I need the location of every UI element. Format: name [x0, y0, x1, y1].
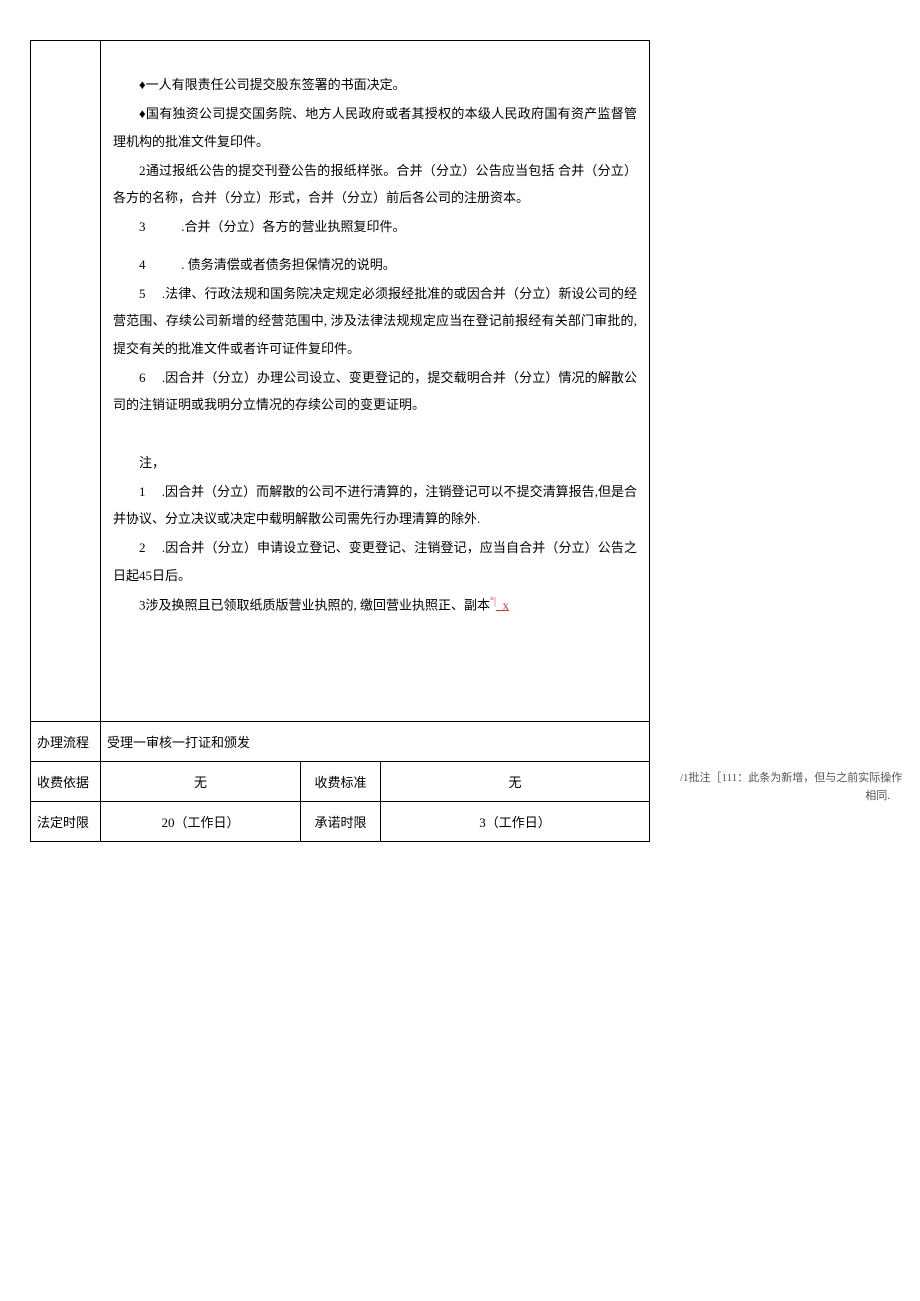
annotation-line1: /1批注［111：此条为新增，但与之前实际操作 [680, 770, 920, 788]
item-text: .通过报纸公告的提交刊登公告的报纸样张。合并（分立）公告应当包括 合并（分立）各… [113, 163, 637, 205]
note3-mark: _x [496, 597, 509, 612]
item-num: 6 [113, 364, 159, 391]
annotation-line2: 相同. [680, 788, 920, 806]
legal-time-label: 法定时限 [31, 802, 101, 841]
margin-annotation: /1批注［111：此条为新增，但与之前实际操作 相同. [680, 770, 920, 805]
note-1: 1 .因合并（分立）而解散的公司不进行清算的，注销登记可以不提交清算报告,但是合… [113, 478, 637, 533]
item-4: 4 . 债务清偿或者债务担保情况的说明。 [113, 251, 637, 278]
fee-row: 收费依据 无 收费标准 无 [31, 762, 649, 802]
time-row: 法定时限 20（工作日） 承诺时限 3（工作日） [31, 802, 649, 841]
bullet-1: ♦一人有限责任公司提交股东签署的书面决定。 [113, 71, 637, 98]
legal-time-value: 20（工作日） [101, 802, 301, 841]
item-text: . 债务清偿或者债务担保情况的说明。 [181, 257, 396, 272]
fee-basis-value: 无 [101, 762, 301, 801]
item-text: .因合并（分立）办理公司设立、变更登记的，提交载明合并（分立）情况的解散公司的注… [113, 370, 637, 412]
process-label: 办理流程 [31, 722, 101, 761]
content-row-label [31, 41, 101, 721]
fee-basis-label: 收费依据 [31, 762, 101, 801]
item-num: 3 [139, 213, 178, 240]
process-row: 办理流程 受理一审核一打证和颁发 [31, 722, 649, 762]
note-3: 3涉及换照且已领取纸质版营业执照的, 缴回营业执照正、副本°|_x [113, 591, 637, 619]
promise-time-label: 承诺时限 [301, 802, 381, 841]
note-text: .因合并（分立）而解散的公司不进行清算的，注销登记可以不提交清算报告,但是合并协… [113, 484, 637, 526]
content-body: ♦一人有限责任公司提交股东签署的书面决定。 ♦国有独资公司提交国务院、地方人民政… [101, 41, 649, 721]
item-num: 5 [113, 280, 159, 307]
note-num: 2 [113, 534, 159, 561]
note-text: .因合并（分立）申请设立登记、变更登记、注销登记，应当自合并（分立）公告之日起4… [113, 540, 637, 582]
item-3: 3 .合并（分立）各方的营业执照复印件。 [113, 213, 637, 240]
item-5: 5 .法律、行政法规和国务院决定规定必须报经批准的或因合并（分立）新设公司的经营… [113, 280, 637, 362]
item-6: 6 .因合并（分立）办理公司设立、变更登记的，提交载明合并（分立）情况的解散公司… [113, 364, 637, 419]
fee-std-value: 无 [381, 762, 649, 801]
item-2: 2 .通过报纸公告的提交刊登公告的报纸样张。合并（分立）公告应当包括 合并（分立… [113, 157, 637, 212]
content-row: ♦一人有限责任公司提交股东签署的书面决定。 ♦国有独资公司提交国务院、地方人民政… [31, 41, 649, 722]
note3-prefix: 3涉及换照且已领取纸质版营业执照的, 缴回营业执照正、副本 [139, 597, 490, 612]
item-text: .合并（分立）各方的营业执照复印件。 [181, 219, 405, 234]
note-label: 注， [113, 449, 637, 476]
note-2: 2 .因合并（分立）申请设立登记、变更登记、注销登记，应当自合并（分立）公告之日… [113, 534, 637, 589]
document-table: ♦一人有限责任公司提交股东签署的书面决定。 ♦国有独资公司提交国务院、地方人民政… [30, 40, 650, 842]
item-text: .法律、行政法规和国务院决定规定必须报经批准的或因合并（分立）新设公司的经营范围… [113, 286, 637, 356]
promise-time-value: 3（工作日） [381, 802, 649, 841]
item-num: 4 [139, 251, 178, 278]
note-num: 1 [113, 478, 159, 505]
fee-std-label: 收费标准 [301, 762, 381, 801]
bullet-2: ♦国有独资公司提交国务院、地方人民政府或者其授权的本级人民政府国有资产监督管理机… [113, 100, 637, 155]
process-value: 受理一审核一打证和颁发 [101, 722, 649, 761]
item-num: 2 [113, 157, 139, 184]
